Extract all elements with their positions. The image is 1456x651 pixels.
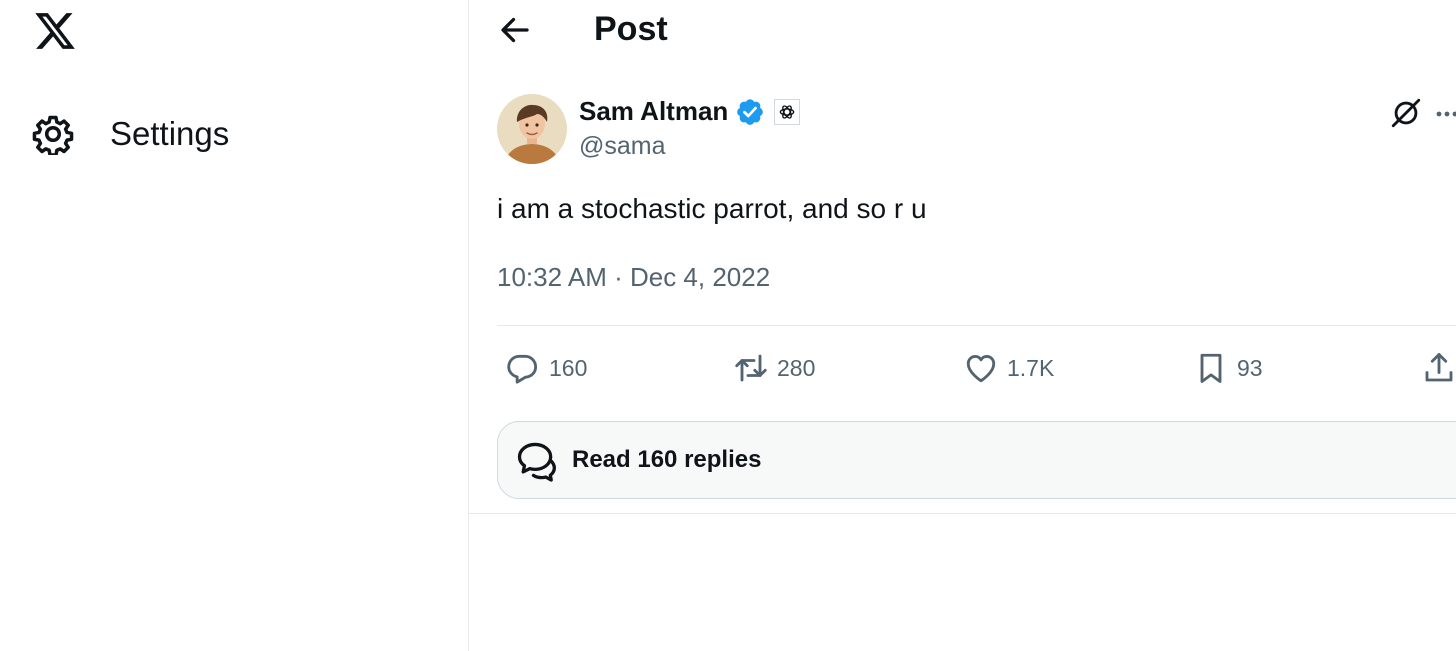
chat-bubbles-icon xyxy=(514,438,558,482)
author-handle[interactable]: @sama xyxy=(579,132,666,161)
divider xyxy=(469,513,1456,514)
repost-count: 280 xyxy=(777,354,816,381)
sidebar-item-settings[interactable]: Settings xyxy=(32,110,229,158)
timestamp-separator: · xyxy=(606,262,630,292)
repost-icon xyxy=(735,354,767,382)
arrow-left-icon xyxy=(501,17,529,43)
bookmark-button[interactable]: 93 xyxy=(1193,348,1263,388)
read-replies-label: Read 160 replies xyxy=(572,446,762,473)
heart-icon xyxy=(966,355,996,383)
post-text: i am a stochastic parrot, and so r u xyxy=(497,193,927,224)
post-time[interactable]: 10:32 AM xyxy=(497,262,607,292)
x-logo-icon[interactable] xyxy=(32,9,78,53)
openai-logo-icon[interactable] xyxy=(774,99,800,125)
repost-button[interactable]: 280 xyxy=(733,348,815,388)
post-timestamp[interactable]: 10:32 AM · Dec 4, 2022 xyxy=(497,262,770,293)
like-button[interactable]: 1.7K xyxy=(963,348,1054,388)
back-button[interactable] xyxy=(497,12,533,48)
gear-icon xyxy=(32,113,74,155)
post-detail-column: Post Sam Altman @sama i am a stochastic … xyxy=(469,0,1456,651)
reply-icon xyxy=(507,354,538,384)
sidebar-item-label: Settings xyxy=(110,115,230,152)
reply-count: 160 xyxy=(549,354,588,381)
verified-badge-icon xyxy=(735,97,765,127)
more-options-icon[interactable] xyxy=(1435,110,1456,118)
author-name[interactable]: Sam Altman xyxy=(579,96,728,127)
bookmark-count: 93 xyxy=(1237,354,1263,381)
page-title: Post xyxy=(594,10,668,48)
like-count: 1.7K xyxy=(1007,354,1055,381)
read-replies-button[interactable]: Read 160 replies xyxy=(497,421,1456,499)
post-date[interactable]: Dec 4, 2022 xyxy=(630,262,770,292)
reply-button[interactable]: 160 xyxy=(505,348,587,388)
share-button[interactable] xyxy=(1421,348,1456,388)
bookmark-icon xyxy=(1200,353,1222,383)
sidebar: Settings xyxy=(0,0,468,651)
share-icon xyxy=(1425,353,1453,382)
avatar[interactable] xyxy=(497,94,567,164)
grok-icon[interactable] xyxy=(1389,96,1423,130)
divider xyxy=(497,325,1456,326)
